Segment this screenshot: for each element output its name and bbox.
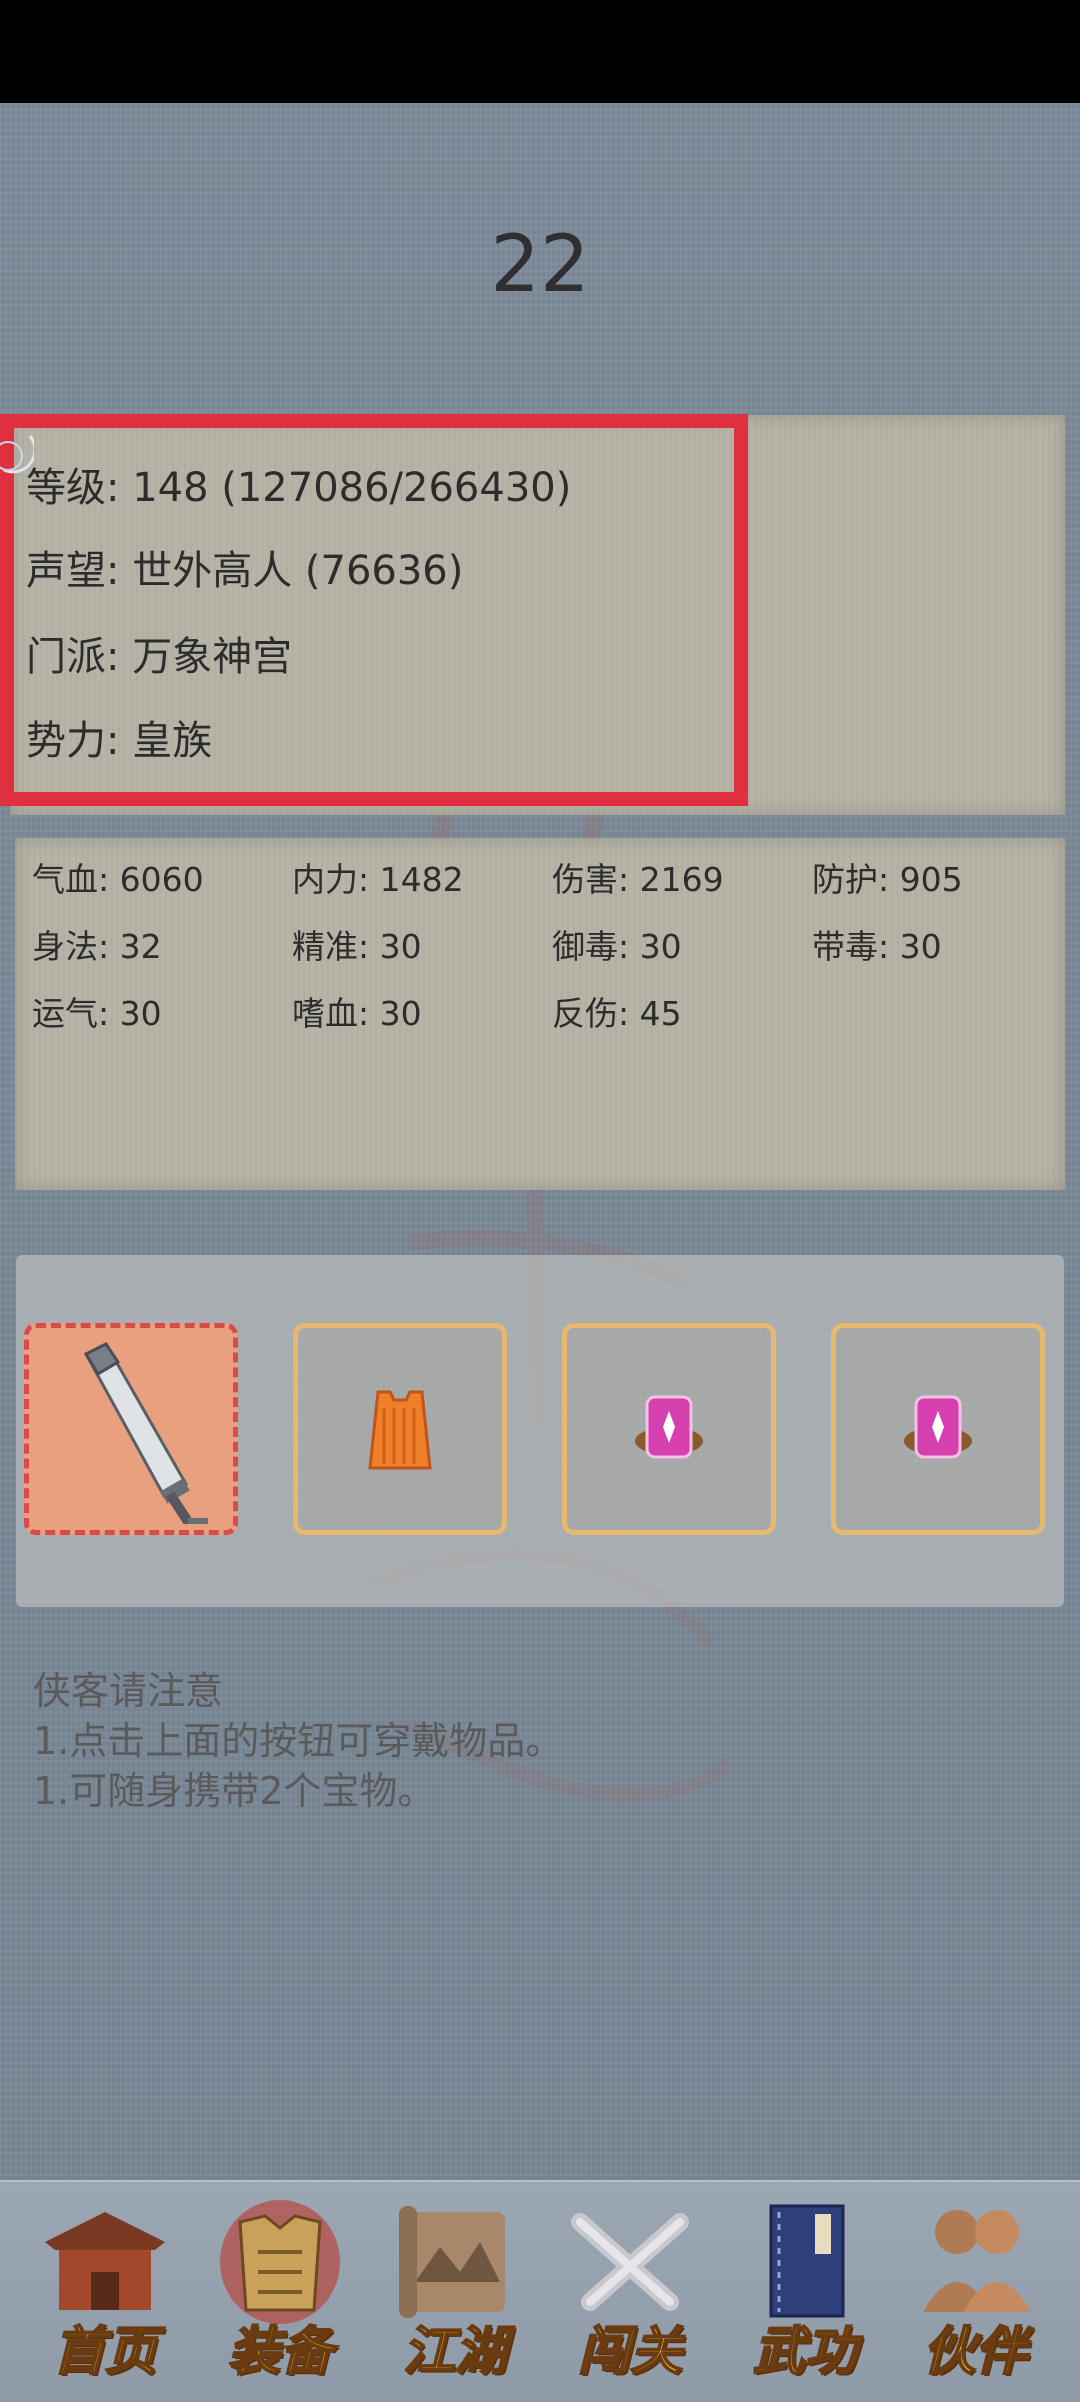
nav-challenge-label: 闯关	[577, 2320, 683, 2383]
notice-title: 侠客请注意	[33, 1669, 224, 1713]
stat-poison-resist: 御毒: 30	[552, 927, 682, 966]
status-bar	[0, 0, 1080, 103]
nav-home[interactable]: 首页	[20, 2192, 190, 2392]
nav-martial-arts-label: 武功	[752, 2320, 858, 2383]
highlight-box	[0, 414, 748, 806]
nav-challenge[interactable]: 闯关	[545, 2192, 715, 2392]
equipment-panel	[16, 1255, 1064, 1607]
nav-martial-arts[interactable]: 武功	[720, 2192, 890, 2392]
stat-luck: 运气: 30	[32, 994, 162, 1033]
equip-slot-treasure-2[interactable]	[831, 1323, 1045, 1535]
equip-slot-treasure-1[interactable]	[562, 1323, 776, 1535]
stat-agility: 身法: 32	[32, 927, 162, 966]
armor-icon	[368, 1390, 432, 1470]
nav-jianghu-label: 江湖	[402, 2320, 508, 2383]
page-number: 22	[490, 220, 590, 310]
nav-equipment-label: 装备	[227, 2320, 333, 2383]
stat-reflect: 反伤: 45	[552, 994, 682, 1033]
stat-accuracy: 精准: 30	[292, 927, 422, 966]
notice-line-1: 1.点击上面的按钮可穿戴物品。	[33, 1719, 564, 1763]
stat-lifesteal: 嗜血: 30	[292, 994, 422, 1033]
bottom-nav: 首页 装备 江湖 闯关 武功 伙伴	[0, 2180, 1080, 2402]
nav-equipment[interactable]: 装备	[195, 2192, 365, 2392]
stat-internal-power: 内力: 1482	[292, 860, 464, 899]
stat-poison: 带毒: 30	[812, 927, 942, 966]
nav-companions-label: 伙伴	[922, 2320, 1028, 2383]
nav-home-label: 首页	[52, 2320, 158, 2383]
refresh-icon[interactable]	[0, 430, 34, 482]
equip-slot-weapon[interactable]	[24, 1323, 238, 1535]
sword-icon	[83, 1342, 208, 1524]
treasure-icon	[635, 1395, 703, 1459]
treasure-icon	[904, 1395, 972, 1459]
nav-jianghu[interactable]: 江湖	[370, 2192, 540, 2392]
stat-defense: 防护: 905	[812, 860, 963, 899]
equip-slot-armor[interactable]	[293, 1323, 507, 1535]
notice-line-2: 1.可随身携带2个宝物。	[33, 1769, 436, 1813]
stat-damage: 伤害: 2169	[552, 860, 724, 899]
nav-companions[interactable]: 伙伴	[890, 2192, 1060, 2392]
stat-hp: 气血: 6060	[32, 860, 204, 899]
